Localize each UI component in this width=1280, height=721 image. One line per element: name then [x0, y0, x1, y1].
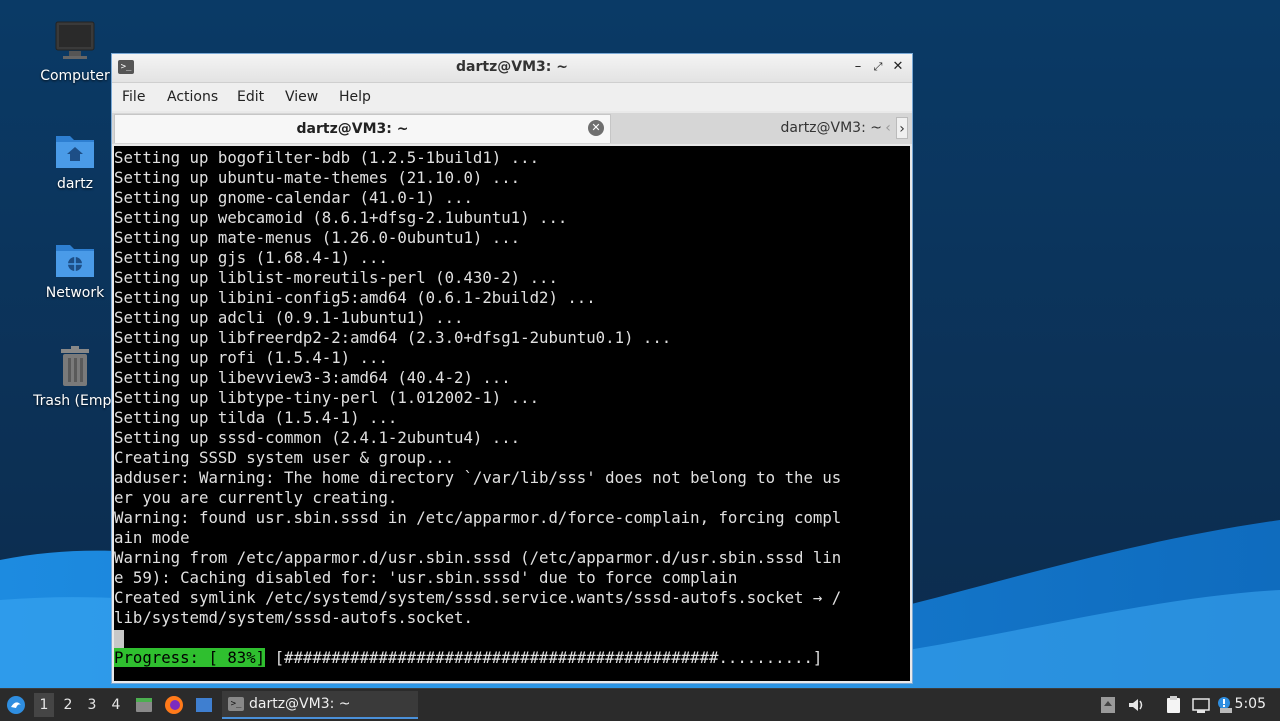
terminal-line: Setting up libfreerdp2-2:amd64 (2.3.0+df…: [114, 328, 672, 347]
volume-icon[interactable]: [1126, 695, 1146, 715]
maximize-icon[interactable]: ⤢: [870, 59, 886, 75]
workspace-1[interactable]: 1: [34, 693, 54, 717]
terminal-line: Setting up libini-config5:amd64 (0.6.1-2…: [114, 288, 596, 307]
terminal-line: Setting up webcamoid (8.6.1+dfsg-2.1ubun…: [114, 208, 568, 227]
terminal-line: adduser: Warning: The home directory `/v…: [114, 468, 842, 487]
terminal-line: ain mode: [114, 528, 190, 547]
minimize-icon[interactable]: –: [850, 59, 866, 75]
file-manager-icon[interactable]: [134, 695, 154, 715]
clipboard-icon[interactable]: [1163, 695, 1183, 715]
terminal-line: Setting up rofi (1.5.4-1) ...: [114, 348, 388, 367]
start-menu-icon[interactable]: [6, 695, 26, 715]
menu-actions[interactable]: Actions: [167, 89, 218, 105]
menu-bar: File Actions Edit View Help: [112, 83, 912, 111]
terminal-line: Setting up adcli (0.9.1-1ubuntu1) ...: [114, 308, 464, 327]
network-icon[interactable]: [1191, 695, 1211, 715]
desktop-icon-computer[interactable]: Computer: [30, 20, 120, 84]
show-desktop-icon[interactable]: [194, 695, 214, 715]
taskbar-task-terminal[interactable]: >_ dartz@VM3: ~: [222, 691, 418, 719]
menu-edit[interactable]: Edit: [237, 89, 264, 105]
firefox-icon[interactable]: [164, 695, 184, 715]
tray-eject-icon[interactable]: [1098, 695, 1118, 715]
desktop-icon-label: Computer: [40, 68, 110, 84]
desktop-icon-trash[interactable]: Trash (Empt: [30, 345, 120, 409]
desktop-icon-network[interactable]: Network: [30, 237, 120, 301]
terminal-line: er you are currently creating.: [114, 488, 398, 507]
taskbar: 1 2 3 4 >_ dartz@VM3: ~ 5:05: [0, 688, 1280, 721]
terminal-output[interactable]: Setting up bogofilter-bdb (1.2.5-1build1…: [114, 146, 910, 681]
terminal-lines: Setting up bogofilter-bdb (1.2.5-1build1…: [114, 148, 841, 628]
chevron-left-icon[interactable]: ‹: [882, 117, 894, 139]
terminal-line: Setting up libtype-tiny-perl (1.012002-1…: [114, 388, 540, 407]
close-icon[interactable]: ✕: [890, 59, 906, 75]
terminal-line: lib/systemd/system/sssd-autofs.socket.: [114, 608, 473, 627]
tab-inactive[interactable]: dartz@VM3: ~: [612, 114, 882, 143]
update-notifier-icon[interactable]: [1216, 695, 1236, 715]
terminal-line: Setting up gjs (1.68.4-1) ...: [114, 248, 388, 267]
terminal-cursor: [114, 630, 124, 648]
workspace-2[interactable]: 2: [58, 697, 78, 713]
terminal-line: Setting up tilda (1.5.4-1) ...: [114, 408, 398, 427]
terminal-line: Warning from /etc/apparmor.d/usr.sbin.ss…: [114, 548, 842, 567]
desktop-icon-label: Trash (Empt: [33, 393, 117, 409]
workspace-4[interactable]: 4: [106, 697, 126, 713]
terminal-line: Setting up libevview3-3:amd64 (40.4-2) .…: [114, 368, 511, 387]
terminal-line: Setting up gnome-calendar (41.0-1) ...: [114, 188, 473, 207]
window-title: dartz@VM3: ~: [456, 59, 568, 75]
terminal-line: Created symlink /etc/systemd/system/sssd…: [114, 588, 842, 607]
terminal-line: Setting up sssd-common (2.4.1-2ubuntu4) …: [114, 428, 521, 447]
terminal-line: Setting up bogofilter-bdb (1.2.5-1build1…: [114, 148, 540, 167]
tab-bar: dartz@VM3: ~ ✕ dartz@VM3: ~ ‹ ›: [112, 113, 912, 144]
terminal-line: Setting up ubuntu-mate-themes (21.10.0) …: [114, 168, 521, 187]
progress-bar: [#######################################…: [265, 648, 823, 667]
terminal-line: Warning: found usr.sbin.sssd in /etc/app…: [114, 508, 842, 527]
menu-view[interactable]: View: [285, 89, 318, 105]
tab-close-icon[interactable]: ✕: [588, 120, 604, 136]
network-folder-icon: [56, 245, 94, 277]
terminal-line: Creating SSSD system user & group...: [114, 448, 455, 467]
terminal-window: >_ dartz@VM3: ~ – ⤢ ✕ File Actions Edit …: [111, 53, 913, 684]
tab-label: dartz@VM3: ~: [780, 120, 882, 136]
progress-label: Progress: [ 83%]: [114, 648, 266, 667]
menu-help[interactable]: Help: [339, 89, 371, 105]
computer-icon: [55, 21, 95, 59]
menu-file[interactable]: File: [122, 89, 145, 105]
desktop-icon-home[interactable]: dartz: [30, 128, 120, 192]
terminal-line: e 59): Caching disabled for: 'usr.sbin.s…: [114, 568, 738, 587]
tab-label: dartz@VM3: ~: [296, 121, 409, 137]
terminal-line: Setting up liblist-moreutils-perl (0.430…: [114, 268, 558, 287]
home-folder-icon: [56, 136, 94, 168]
terminal-app-icon: >_: [228, 697, 244, 711]
trash-icon: [61, 346, 89, 386]
workspace-3[interactable]: 3: [82, 697, 102, 713]
taskbar-task-label: dartz@VM3: ~: [249, 696, 351, 712]
window-titlebar[interactable]: >_ dartz@VM3: ~ – ⤢ ✕: [112, 54, 912, 83]
terminal-line: Setting up mate-menus (1.26.0-0ubuntu1) …: [114, 228, 521, 247]
desktop-icon-label: Network: [45, 285, 105, 301]
tab-active[interactable]: dartz@VM3: ~ ✕: [114, 114, 611, 143]
desktop-icon-label: dartz: [56, 176, 94, 192]
progress-row: Progress: [ 83%] [######################…: [114, 648, 822, 668]
chevron-right-icon[interactable]: ›: [896, 117, 908, 139]
clock[interactable]: 5:05: [1235, 696, 1266, 712]
